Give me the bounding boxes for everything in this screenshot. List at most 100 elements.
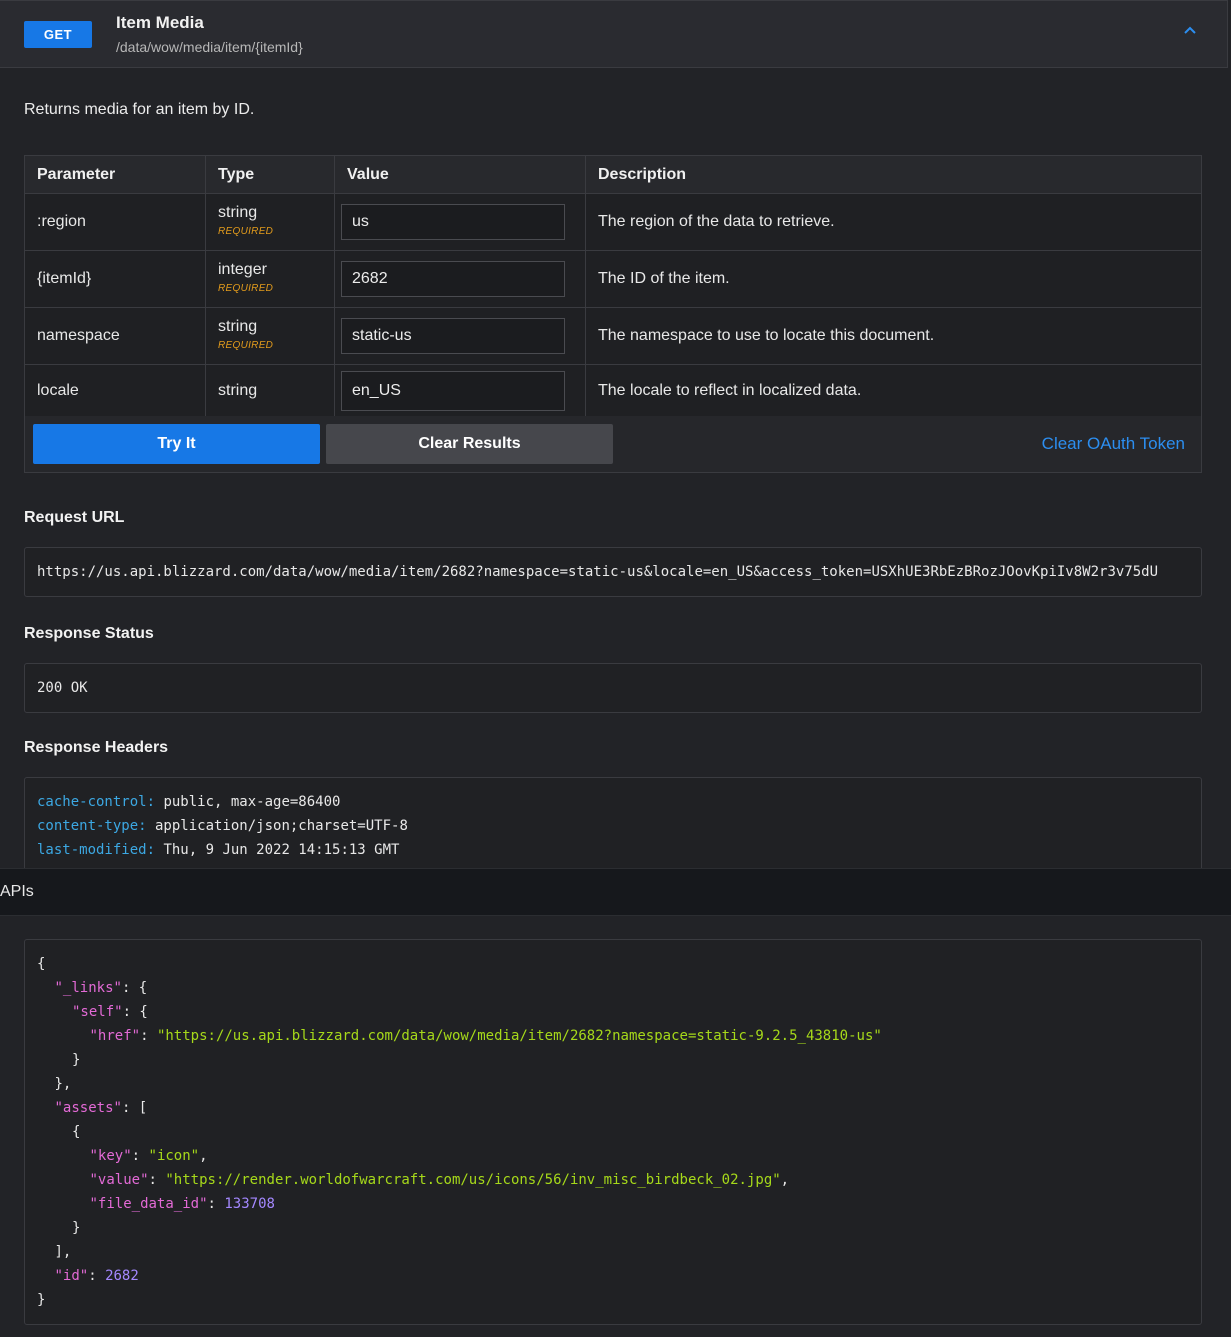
json-punctuation: : { <box>122 1004 148 1020</box>
json-line: } <box>37 1292 45 1308</box>
param-description: The ID of the item. <box>585 250 1202 308</box>
json-line: } <box>72 1220 80 1236</box>
apis-overlay-bar: APIs <box>0 868 1231 916</box>
param-type: string <box>218 203 258 221</box>
json-line: "href": "https://us.api.blizzard.com/dat… <box>90 1028 882 1044</box>
json-line: "_links": { <box>55 980 148 996</box>
json-key: "assets" <box>54 1100 122 1116</box>
json-line: ], <box>55 1244 72 1260</box>
response-status-value: 200 OK <box>37 680 88 696</box>
json-punctuation: : <box>88 1268 106 1284</box>
required-badge: REQUIRED <box>218 282 274 294</box>
response-status-heading: Response Status <box>24 625 154 642</box>
param-type: string <box>218 382 258 399</box>
param-type: integer <box>218 260 267 278</box>
json-line: "key": "icon", <box>90 1148 208 1164</box>
json-punctuation: : <box>131 1148 149 1164</box>
param-description: The namespace to use to locate this docu… <box>585 307 1202 365</box>
json-key: "id" <box>54 1268 89 1284</box>
json-punctuation: , <box>199 1148 208 1164</box>
header-line: last-modified: Thu, 9 Jun 2022 14:15:13 … <box>37 842 399 858</box>
json-string: "icon" <box>148 1148 200 1164</box>
table-row: locale string The locale to reflect in l… <box>24 364 1202 418</box>
json-punctuation: ], <box>54 1244 72 1260</box>
json-punctuation: : { <box>121 980 148 996</box>
column-header: Value <box>334 155 586 194</box>
table-row: namespace string REQUIRED The namespace … <box>24 307 1202 365</box>
param-value-cell <box>334 250 586 308</box>
json-number: 133708 <box>224 1196 275 1212</box>
param-description: The locale to reflect in localized data. <box>585 364 1202 418</box>
namespace-input[interactable] <box>341 318 565 354</box>
json-line: { <box>37 956 45 972</box>
param-name: :region <box>24 193 206 251</box>
request-url-box: https://us.api.blizzard.com/data/wow/med… <box>24 547 1202 597</box>
json-line: "self": { <box>72 1004 148 1020</box>
column-header: Type <box>205 155 335 194</box>
item-id-input[interactable] <box>341 261 565 297</box>
param-description: The region of the data to retrieve. <box>585 193 1202 251</box>
json-punctuation: , <box>780 1172 790 1188</box>
endpoint-title: Item Media <box>116 13 204 32</box>
json-punctuation: } <box>37 1292 46 1308</box>
region-input[interactable] <box>341 204 565 240</box>
parameter-table: Parameter Type Value Description :region… <box>24 155 1202 418</box>
response-status-box: 200 OK <box>24 663 1202 713</box>
json-punctuation: : <box>148 1172 166 1188</box>
param-name: locale <box>24 364 206 418</box>
param-type: string <box>218 317 258 335</box>
endpoint-path: /data/wow/media/item/{itemId} <box>116 39 303 55</box>
locale-input[interactable] <box>341 371 565 411</box>
json-punctuation: { <box>37 956 46 972</box>
param-type-cell: string REQUIRED <box>205 193 335 251</box>
param-value-cell <box>334 193 586 251</box>
table-row: :region string REQUIRED The region of th… <box>24 193 1202 251</box>
json-string: "https://render.worldofwarcraft.com/us/i… <box>165 1172 781 1188</box>
param-type-cell: string <box>205 364 335 418</box>
endpoint-header[interactable]: GET Item Media /data/wow/media/item/{ite… <box>0 0 1228 68</box>
request-url-heading: Request URL <box>24 509 125 526</box>
json-line: } <box>72 1052 80 1068</box>
header-value: application/json;charset=UTF-8 <box>146 818 408 834</box>
json-line: { <box>72 1124 80 1140</box>
header-key: last-modified: <box>37 842 156 858</box>
json-key: "file_data_id" <box>89 1196 208 1212</box>
endpoint-description: Returns media for an item by ID. <box>24 101 255 118</box>
param-type-cell: integer REQUIRED <box>205 250 335 308</box>
json-punctuation: : <box>140 1028 157 1044</box>
json-punctuation: { <box>72 1124 81 1140</box>
chevron-up-icon[interactable] <box>1183 23 1197 37</box>
json-number: 2682 <box>105 1268 139 1284</box>
json-line: }, <box>55 1076 72 1092</box>
param-value-cell <box>334 307 586 365</box>
param-type-cell: string REQUIRED <box>205 307 335 365</box>
method-badge: GET <box>24 21 92 48</box>
header-key: cache-control: <box>37 794 156 810</box>
response-headers-heading: Response Headers <box>24 739 169 756</box>
table-row: {itemId} integer REQUIRED The ID of the … <box>24 250 1202 308</box>
clear-results-button[interactable]: Clear Results <box>326 424 613 464</box>
json-key: "key" <box>89 1148 132 1164</box>
json-punctuation: : <box>207 1196 225 1212</box>
header-value: Thu, 9 Jun 2022 14:15:13 GMT <box>155 842 400 858</box>
json-punctuation: } <box>72 1220 81 1236</box>
column-header: Parameter <box>24 155 206 194</box>
param-name: namespace <box>24 307 206 365</box>
apis-label: APIs <box>0 883 34 900</box>
json-punctuation: } <box>72 1052 81 1068</box>
response-headers-box: cache-control: public, max-age=86400 con… <box>24 777 1202 877</box>
header-key: content-type: <box>37 818 147 834</box>
action-bar: Try It Clear Results Clear OAuth Token <box>24 416 1202 473</box>
column-header: Description <box>585 155 1202 194</box>
json-punctuation: }, <box>54 1076 72 1092</box>
header-line: content-type: application/json;charset=U… <box>37 818 408 834</box>
required-badge: REQUIRED <box>218 339 274 351</box>
clear-oauth-token-link[interactable]: Clear OAuth Token <box>1042 434 1185 454</box>
request-url: https://us.api.blizzard.com/data/wow/med… <box>37 564 1159 580</box>
try-it-button[interactable]: Try It <box>33 424 320 464</box>
json-key: "self" <box>72 1004 123 1020</box>
param-name: {itemId} <box>24 250 206 308</box>
json-key: "href" <box>89 1028 141 1044</box>
json-line: "file_data_id": 133708 <box>90 1196 275 1212</box>
json-key: "_links" <box>54 980 122 996</box>
